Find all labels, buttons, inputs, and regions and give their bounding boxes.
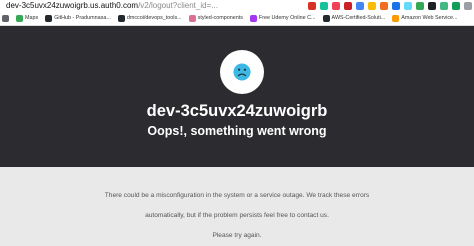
- aws-icon: [392, 15, 400, 22]
- ext-honey-icon[interactable]: [380, 2, 388, 10]
- bookmark-item[interactable]: Free Udemy Online C...: [249, 15, 316, 22]
- retry-hint: Please try again.: [212, 232, 262, 239]
- apps-icon: [2, 15, 9, 22]
- ext-react-icon[interactable]: [404, 2, 412, 10]
- bookmark-label: Amazon Web Service...: [401, 15, 458, 21]
- extensions-toolbar: [308, 0, 472, 12]
- bookmark-item[interactable]: Maps: [16, 15, 38, 22]
- ext-pocket-icon[interactable]: [332, 2, 340, 10]
- ext-puzzle-icon[interactable]: [464, 2, 472, 10]
- ext-json-icon[interactable]: [452, 2, 460, 10]
- error-message-line-2: automatically, but if the problem persis…: [145, 212, 329, 219]
- bookmarks-bar: Maps GitHub - Pradumnasa... dmccoi/devops_…: [0, 12, 474, 26]
- address-bar[interactable]: dev-3c5uvx24zuwoigrb.us.auth0.com/v2/log…: [6, 0, 218, 11]
- bookmark-label: GitHub - Pradumnasa...: [54, 15, 111, 21]
- github-icon: [117, 15, 125, 22]
- ext-dark-icon[interactable]: [428, 2, 436, 10]
- ext-grammar-icon[interactable]: [320, 2, 328, 10]
- error-message-line-1: There could be a misconfiguration in the…: [104, 192, 370, 199]
- error-message: There could be a misconfiguration in the…: [0, 186, 474, 246]
- bookmark-item[interactable]: Amazon Web Service...: [392, 15, 458, 22]
- error-header: dev-3c5uvx24zuwoigrb Oops!, something we…: [0, 26, 474, 167]
- ext-lastpass-icon[interactable]: [344, 2, 352, 10]
- bookmark-item[interactable]: [2, 15, 9, 22]
- tenant-name: dev-3c5uvx24zuwoigrb: [146, 102, 328, 120]
- browser-address-row: dev-3c5uvx24zuwoigrb.us.auth0.com/v2/log…: [0, 0, 474, 12]
- ext-calendar-icon[interactable]: [356, 2, 364, 10]
- udemy-icon: [249, 15, 257, 22]
- bookmark-item[interactable]: styled-components: [188, 15, 243, 22]
- bookmark-item[interactable]: dmccoi/devops_tools...: [117, 15, 182, 22]
- sad-face-icon: [233, 63, 251, 81]
- error-title: Oops!, something went wrong: [147, 124, 327, 138]
- bookmark-item[interactable]: AWS-Certified-Soluti...: [322, 15, 386, 22]
- styled-components-icon: [188, 15, 196, 22]
- ext-vue-icon[interactable]: [440, 2, 448, 10]
- logo-badge: [220, 50, 264, 94]
- ext-shield-icon[interactable]: [416, 2, 424, 10]
- ext-notes-icon[interactable]: [368, 2, 376, 10]
- bookmark-label: dmccoi/devops_tools...: [126, 15, 182, 21]
- url-path: /v2/logout?client_id=...: [138, 1, 218, 10]
- bookmark-label: AWS-Certified-Soluti...: [331, 15, 386, 21]
- bookmark-item[interactable]: GitHub - Pradumnasa...: [45, 15, 111, 22]
- url-host: dev-3c5uvx24zuwoigrb.us.auth0.com: [6, 1, 139, 10]
- bookmark-label: Maps: [25, 15, 39, 21]
- ext-mail-icon[interactable]: [308, 2, 316, 10]
- github-icon: [45, 15, 53, 22]
- bookmark-label: styled-components: [197, 15, 243, 21]
- bookmark-label: Free Udemy Online C...: [258, 15, 316, 21]
- github-icon: [322, 15, 330, 22]
- ext-translate-icon[interactable]: [392, 2, 400, 10]
- maps-icon: [16, 15, 23, 22]
